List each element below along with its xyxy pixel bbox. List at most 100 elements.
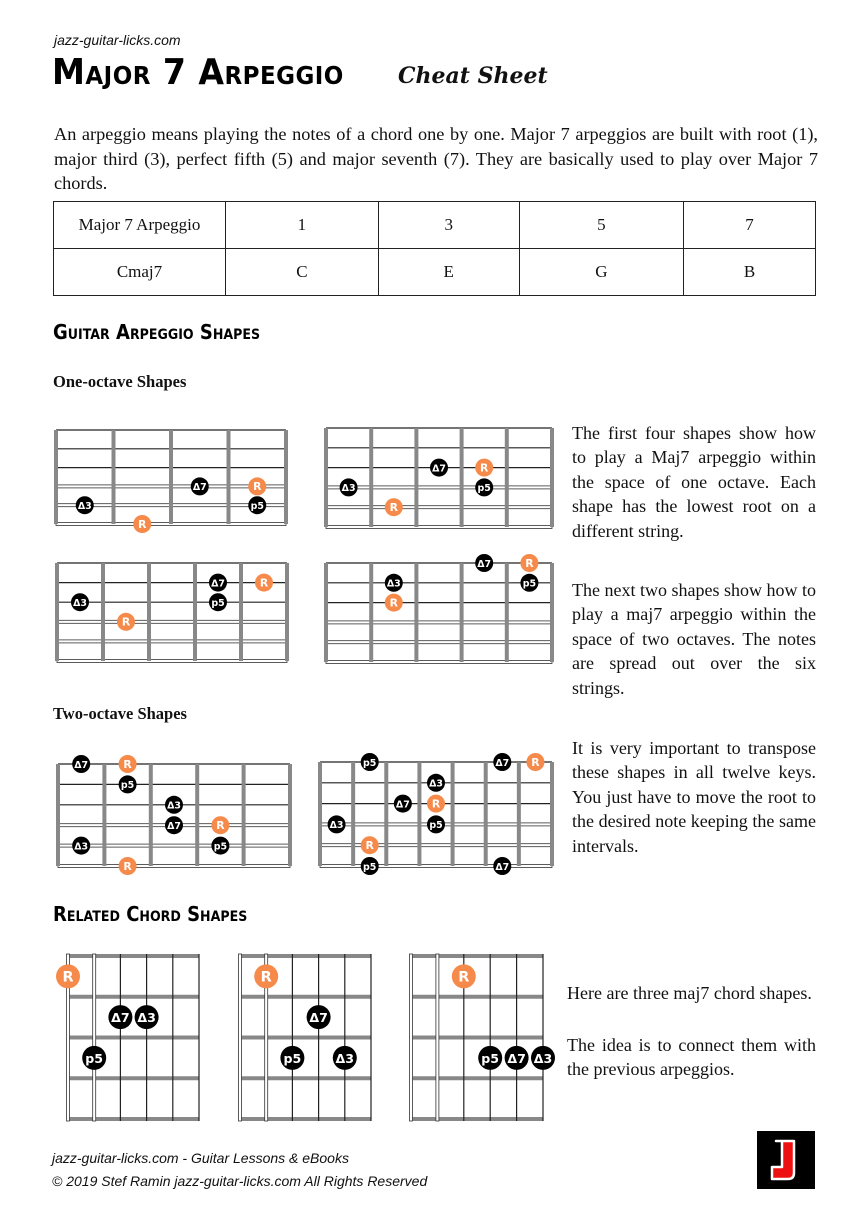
note-label: R: [260, 576, 269, 589]
string-line: [325, 505, 553, 510]
fret-bar: [68, 954, 199, 958]
interval-note: Δ3: [165, 795, 183, 814]
interval-note: p5: [118, 775, 137, 794]
note-label: R: [432, 797, 441, 810]
fret-bar: [68, 994, 199, 999]
fret-bar: [414, 563, 419, 662]
string-line: [325, 620, 553, 625]
fret-bar: [111, 430, 116, 524]
fret-bar: [195, 764, 200, 866]
note-label: R: [261, 969, 272, 985]
fret-bar: [240, 1117, 371, 1121]
interval-note: Δ3: [72, 836, 91, 855]
root-note: R: [254, 964, 279, 989]
interval-note: Δ7: [190, 477, 209, 496]
note-label: Δ3: [330, 820, 344, 831]
note-label: Δ3: [137, 1010, 156, 1025]
table-cell: G: [518, 248, 685, 296]
table-cell: 3: [377, 201, 520, 249]
note-label: R: [62, 969, 73, 985]
string-line: [57, 843, 291, 848]
root-note: R: [451, 964, 476, 989]
note-label: Δ7: [432, 463, 446, 474]
fret-bar: [411, 1076, 543, 1081]
root-note: R: [384, 498, 403, 517]
interval-note: p5: [478, 1045, 503, 1070]
interval-note: p5: [520, 573, 539, 592]
fret-bar: [101, 563, 105, 661]
note-label: Δ3: [73, 598, 87, 609]
fret-bar: [324, 563, 328, 662]
note-label: p5: [121, 780, 134, 791]
fret-bar: [483, 762, 488, 866]
fret-bar: [550, 428, 554, 527]
interval-note: p5: [82, 1045, 107, 1070]
fret-bar: [384, 762, 389, 866]
root-note: R: [360, 836, 379, 855]
note-label: p5: [523, 579, 536, 590]
fret-bar: [450, 762, 455, 866]
subheading-two-octave: Two-octave Shapes: [53, 704, 187, 723]
fret-bar: [284, 430, 288, 524]
side-text-chords-1: Here are three maj7 chord shapes.: [567, 983, 812, 1003]
interval-note: Δ7: [165, 816, 183, 835]
footer-line-2: © 2019 Stef Ramin jazz-guitar-licks.com …: [52, 1173, 428, 1189]
table-cell: Major 7 Arpeggio: [53, 201, 226, 249]
note-label: Δ3: [429, 779, 443, 790]
note-label: R: [390, 501, 399, 514]
string-line: [325, 525, 553, 529]
interval-note: Δ7: [493, 753, 512, 771]
fret-bar: [550, 563, 554, 662]
interval-note: Δ7: [209, 573, 227, 592]
note-label: R: [122, 616, 131, 629]
interval-note: p5: [360, 753, 379, 771]
fret-bar: [411, 994, 543, 999]
note-label: R: [366, 839, 375, 852]
note-label: Δ7: [74, 760, 88, 771]
note-label: Δ7: [495, 758, 509, 769]
interval-note: Δ3: [384, 573, 403, 592]
chord-diagram-1: R Δ7 Δ3 p5: [56, 953, 200, 1122]
root-note: R: [384, 593, 403, 612]
note-label: Δ3: [534, 1051, 553, 1066]
note-label: p5: [429, 820, 442, 831]
fret-bar: [240, 994, 371, 999]
logo-j-icon: [770, 1139, 796, 1181]
interval-note: Δ7: [504, 1045, 529, 1070]
table-cell: 1: [225, 201, 379, 249]
string-line: [325, 485, 553, 490]
section-heading-chords: Related Chord Shapes: [53, 902, 248, 926]
table-cell: Cmaj7: [53, 248, 226, 296]
footer-line-1: jazz-guitar-licks.com - Guitar Lessons &…: [52, 1150, 349, 1166]
note-label: p5: [214, 841, 227, 852]
fret-bar: [147, 563, 151, 661]
fret-bar: [56, 764, 60, 866]
root-note: R: [255, 573, 273, 592]
arpeggio-diagram-6: p5 Δ7 R Δ3 Δ7 R Δ3 p5 Rp5 Δ7: [318, 753, 554, 875]
string-line: [56, 639, 288, 644]
note-label: Δ7: [309, 1010, 328, 1025]
string-line: [92, 953, 97, 1122]
table-cell: 5: [518, 201, 685, 249]
note-label: p5: [284, 1051, 302, 1066]
interval-note: Δ3: [427, 773, 445, 792]
note-label: Δ3: [74, 841, 88, 852]
fret-bar: [504, 428, 509, 527]
fret-bar: [417, 762, 422, 866]
fret-bar: [369, 428, 374, 527]
side-text-chords-2: The idea is to connect them with the pre…: [567, 1035, 816, 1080]
root-note: R: [526, 753, 545, 771]
note-label: R: [253, 480, 262, 493]
fret-bar: [288, 764, 292, 866]
arpeggio-diagram-5: Δ7 Rp5 Δ3 Δ7 R Δ3 p5 R: [56, 755, 292, 875]
interval-note: Δ7: [430, 458, 448, 477]
fret-bar: [411, 1117, 543, 1121]
page-subtitle: Cheat Sheet: [398, 63, 548, 89]
note-label: Δ7: [167, 821, 181, 832]
subheading-one-octave: One-octave Shapes: [53, 372, 187, 391]
interval-note: Δ3: [327, 815, 346, 834]
note-label: p5: [481, 1051, 499, 1066]
root-note: R: [118, 857, 137, 875]
root-note: R: [117, 612, 135, 631]
string-line: [56, 619, 288, 624]
